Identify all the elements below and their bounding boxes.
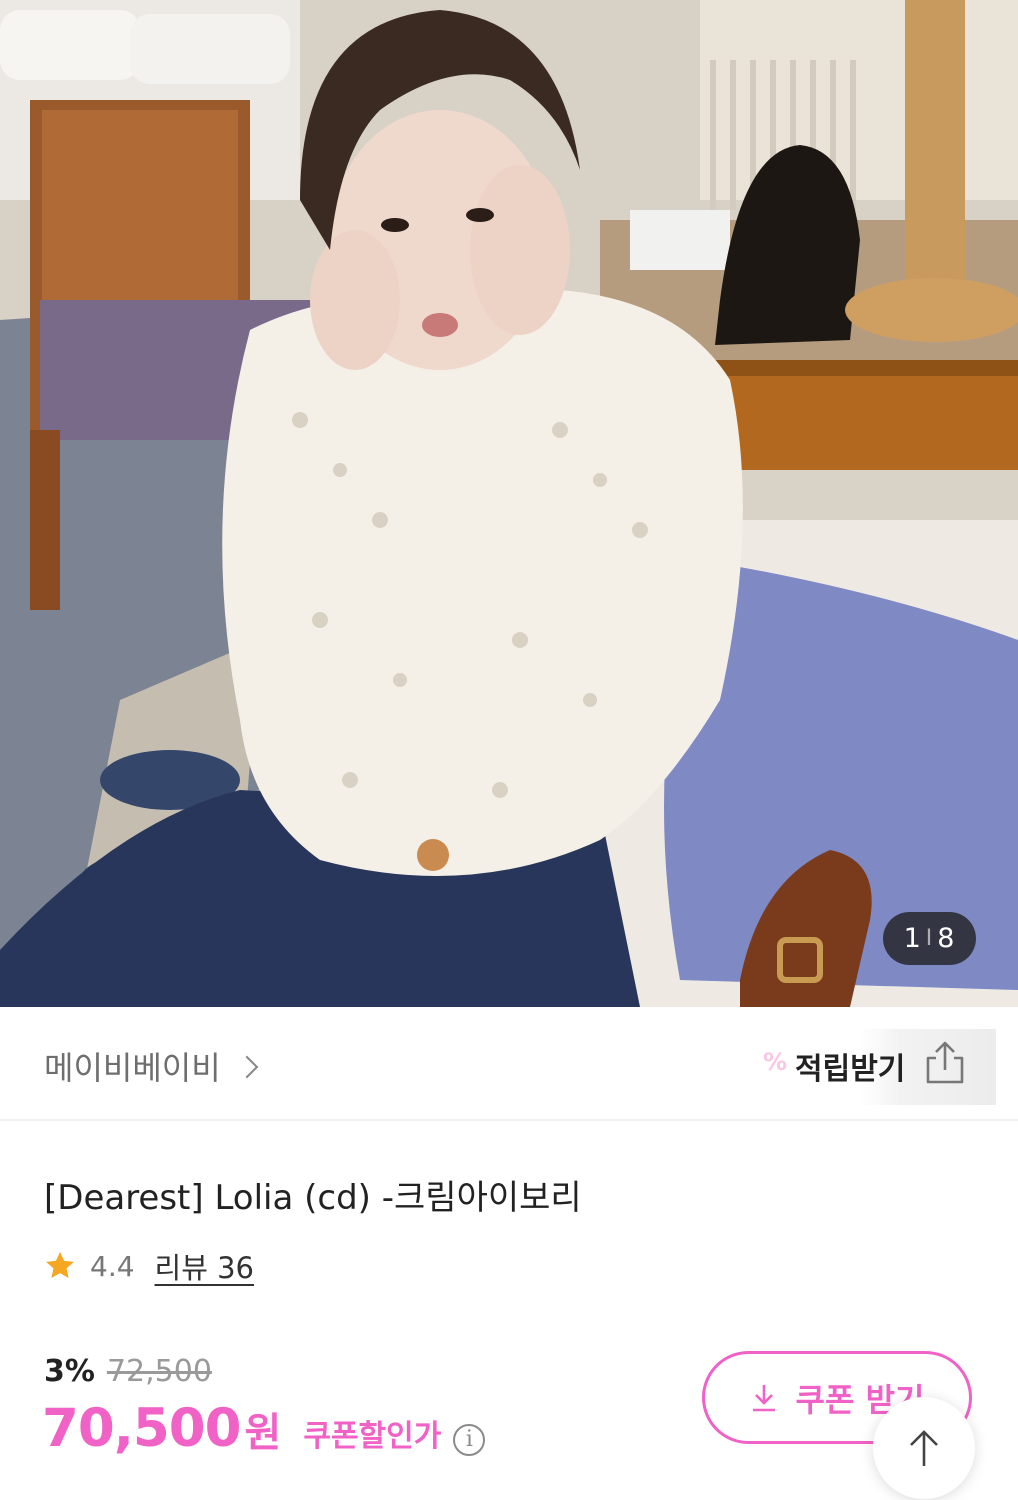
product-photo: [0, 0, 1018, 1007]
brand-link[interactable]: 메이비베이비: [44, 1043, 258, 1089]
review-link[interactable]: 리뷰 36: [155, 1245, 254, 1287]
original-price: 72,500: [106, 1354, 212, 1389]
scroll-to-top-button[interactable]: [873, 1397, 975, 1499]
price-unit: 원: [244, 1410, 282, 1456]
product-image-gallery[interactable]: 1 I 8: [0, 0, 1018, 1007]
final-price-row: 70,500 원 쿠폰할인가 i: [42, 1398, 486, 1459]
image-counter-separator: I: [925, 926, 934, 951]
brand-name: 메이비베이비: [44, 1049, 221, 1087]
final-price: 70,500: [42, 1398, 242, 1459]
image-counter-total: 8: [937, 923, 956, 954]
points-button[interactable]: 적립받기: [795, 1044, 905, 1088]
price-discount-row: 3% 72,500: [44, 1354, 212, 1389]
chevron-right-icon: [235, 1055, 258, 1079]
image-counter-current: 1: [903, 923, 922, 954]
share-icon[interactable]: [922, 1040, 968, 1086]
points-percent-icon: %: [763, 1048, 788, 1076]
info-icon[interactable]: i: [453, 1423, 486, 1456]
rating-value: 4.4: [90, 1249, 135, 1283]
product-rating: 4.4 리뷰 36: [44, 1245, 254, 1287]
arrow-up-icon: [910, 1430, 938, 1466]
image-counter: 1 I 8: [883, 912, 976, 965]
star-icon: [46, 1252, 74, 1278]
coupon-price-label: 쿠폰할인가: [303, 1419, 442, 1454]
download-icon: [752, 1384, 775, 1411]
discount-rate: 3%: [44, 1354, 95, 1389]
product-title: [Dearest] Lolia (cd) -크림아이보리: [44, 1178, 582, 1218]
